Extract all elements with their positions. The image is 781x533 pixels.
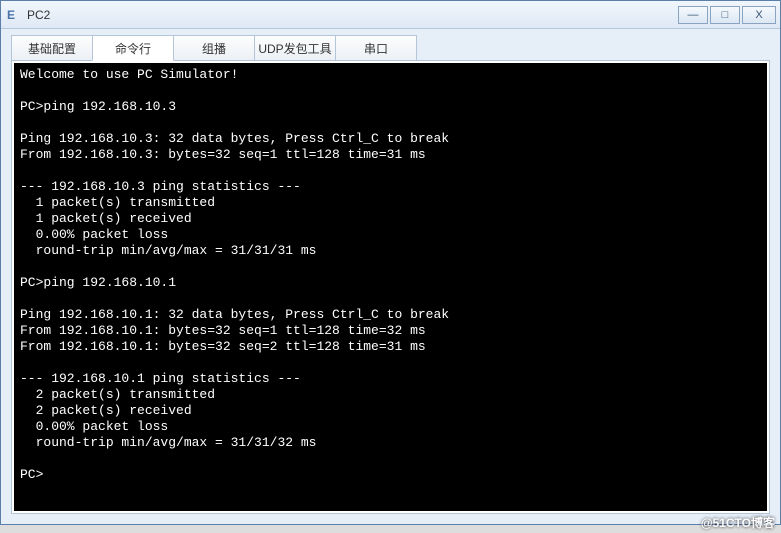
content-area: 基础配置 命令行 组播 UDP发包工具 串口 Welcome to use PC…: [1, 29, 780, 524]
tab-basic-config[interactable]: 基础配置: [11, 35, 93, 61]
window-title: PC2: [27, 8, 676, 22]
tab-serial[interactable]: 串口: [335, 35, 417, 61]
tab-command-line[interactable]: 命令行: [92, 35, 174, 61]
tab-multicast[interactable]: 组播: [173, 35, 255, 61]
window-buttons: — □ X: [676, 6, 776, 24]
tab-bar: 基础配置 命令行 组播 UDP发包工具 串口: [11, 35, 770, 61]
terminal-container: Welcome to use PC Simulator! PC>ping 192…: [11, 60, 770, 514]
close-button[interactable]: X: [742, 6, 776, 24]
tab-udp-tool[interactable]: UDP发包工具: [254, 35, 336, 61]
titlebar[interactable]: E PC2 — □ X: [1, 1, 780, 29]
maximize-button[interactable]: □: [710, 6, 740, 24]
watermark: @51CTO博客: [701, 514, 775, 531]
svg-text:E: E: [7, 8, 15, 22]
app-icon: E: [5, 7, 21, 23]
terminal[interactable]: Welcome to use PC Simulator! PC>ping 192…: [14, 63, 767, 511]
app-window: E PC2 — □ X 基础配置 命令行 组播 UDP发包工具 串口 Welco…: [0, 0, 781, 525]
minimize-button[interactable]: —: [678, 6, 708, 24]
